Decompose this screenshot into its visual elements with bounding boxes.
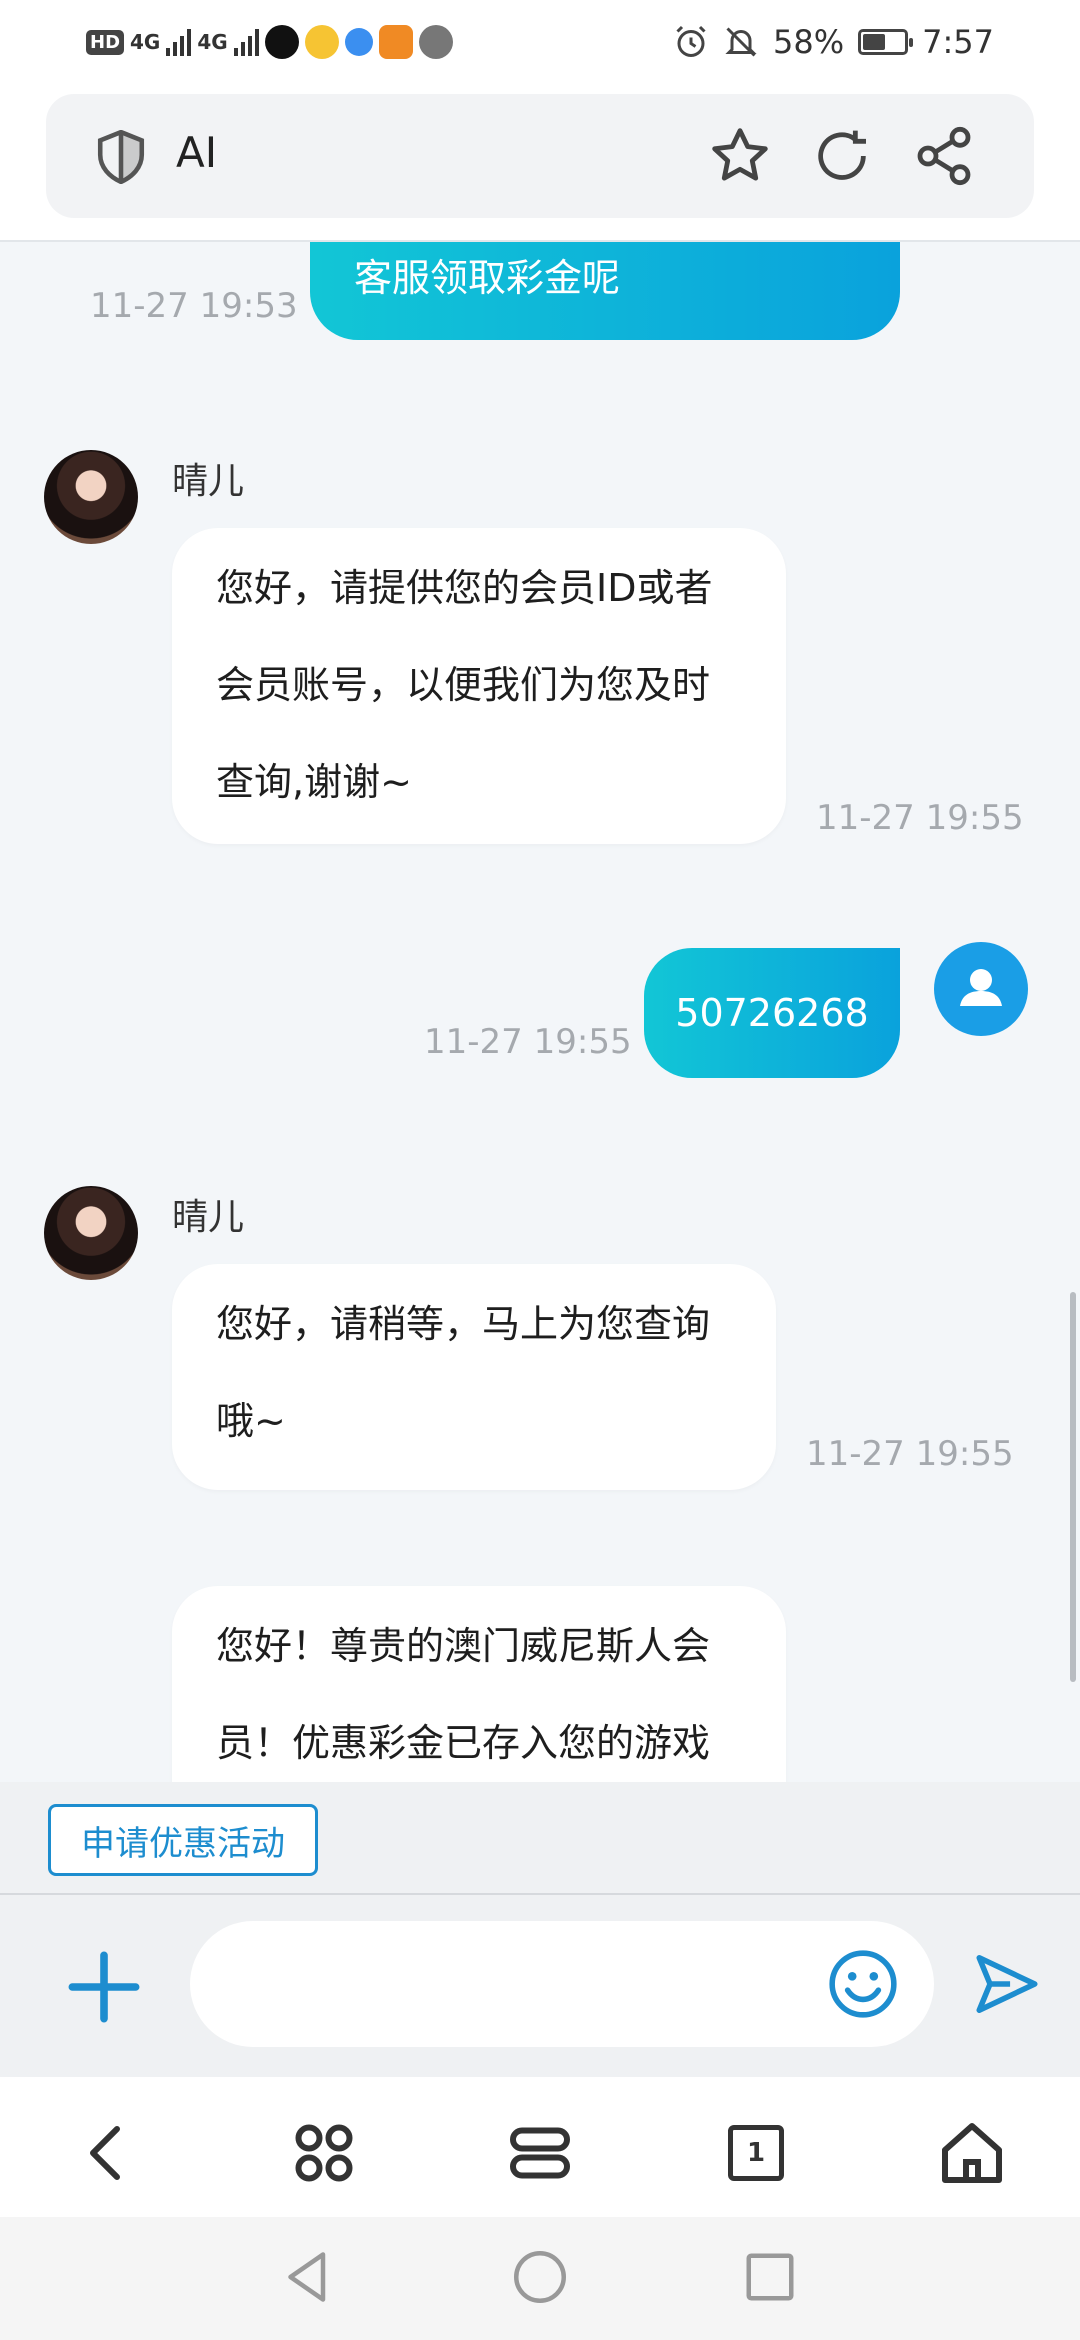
message-line: 哦~ — [216, 1399, 286, 1443]
menu-button[interactable] — [504, 2117, 576, 2189]
message-input[interactable] — [190, 1921, 934, 2047]
incoming-message-bubble[interactable]: 您好，请提供您的会员ID或者 会员账号，以便我们为您及时 查询,谢谢~ — [172, 528, 786, 844]
system-recents-icon[interactable] — [740, 2247, 800, 2307]
message-line: 查询,谢谢~ — [216, 760, 412, 804]
network-type-2: 4G — [197, 30, 228, 54]
weibo-icon — [304, 25, 339, 59]
silent-bell-icon — [725, 27, 757, 57]
signal-icon-1 — [166, 28, 192, 56]
browser-toolbar: AI — [0, 84, 1080, 242]
incoming-message-bubble[interactable]: 您好！尊贵的澳门威尼斯人会 员！优惠彩金已存入您的游戏 — [172, 1586, 786, 1782]
user-avatar[interactable] — [934, 942, 1028, 1036]
chat-area[interactable]: 11-27 19:53 客服领取彩金呢 晴儿 您好，请提供您的会员ID或者 会员… — [0, 242, 1080, 1782]
agent-avatar[interactable] — [44, 450, 138, 544]
message-line: 员！优惠彩金已存入您的游戏 — [216, 1721, 711, 1765]
system-navigation-bar — [0, 2217, 1080, 2340]
add-attachment-icon[interactable] — [66, 1949, 142, 2025]
back-button[interactable] — [72, 2117, 144, 2189]
user-silhouette-icon — [960, 969, 1002, 1006]
message-timestamp: 11-27 19:55 — [816, 798, 1024, 838]
tab-count: 1 — [728, 2125, 784, 2181]
shield-icon[interactable] — [96, 130, 146, 184]
outgoing-message-bubble[interactable]: 客服领取彩金呢 — [310, 242, 900, 340]
message-timestamp: 11-27 19:53 — [90, 286, 298, 326]
app-notification-icon — [264, 25, 299, 59]
wechat-icon — [418, 25, 453, 59]
battery-percent: 58% — [773, 23, 845, 61]
video-app-icon — [378, 25, 413, 59]
apply-promotion-button[interactable]: 申请优惠活动 — [48, 1804, 318, 1876]
send-icon[interactable] — [970, 1947, 1044, 2021]
message-timestamp: 11-27 19:55 — [806, 1434, 1014, 1474]
status-left: HD 4G 4G — [86, 18, 453, 66]
outgoing-message-bubble[interactable]: 50726268 — [644, 948, 900, 1078]
message-text: 客服领取彩金呢 — [354, 256, 621, 300]
refresh-icon[interactable] — [810, 124, 874, 188]
message-line: 会员账号，以便我们为您及时 — [216, 663, 711, 707]
message-timestamp: 11-27 19:55 — [424, 1022, 632, 1062]
clover-apps-icon — [295, 2124, 353, 2182]
url-text[interactable]: AI — [176, 128, 217, 177]
battery-icon — [858, 29, 914, 55]
sender-name: 晴儿 — [172, 1197, 245, 1238]
emoji-icon[interactable] — [826, 1947, 900, 2021]
message-line: 您好，请稍等，马上为您查询 — [216, 1302, 711, 1346]
agent-avatar[interactable] — [44, 1186, 138, 1280]
message-text: 50726268 — [675, 991, 869, 1035]
menu-icon — [510, 2127, 570, 2179]
alarm-icon — [676, 25, 706, 57]
share-icon[interactable] — [912, 124, 976, 188]
quick-action-bar: 申请优惠活动 — [0, 1782, 1080, 1895]
signal-icon-2 — [233, 28, 259, 56]
sender-name: 晴儿 — [172, 461, 245, 502]
browser-bottom-nav: 1 — [0, 2077, 1080, 2217]
message-line: 您好！尊贵的澳门威尼斯人会 — [216, 1624, 711, 1668]
bookmark-star-icon[interactable] — [708, 124, 772, 188]
clock: 7:57 — [922, 23, 994, 61]
home-button[interactable] — [936, 2117, 1008, 2189]
incoming-message-bubble[interactable]: 您好，请稍等，马上为您查询 哦~ — [172, 1264, 776, 1490]
system-back-icon[interactable] — [278, 2247, 338, 2307]
browser-notification-icon — [344, 28, 373, 56]
message-input-bar — [0, 1895, 1080, 2077]
hd-indicator: HD — [86, 29, 125, 55]
system-home-icon[interactable] — [510, 2247, 570, 2307]
chat-scrollbar[interactable] — [1070, 1292, 1076, 1682]
apps-button[interactable] — [288, 2117, 360, 2189]
status-right: 58% 7:57 — [673, 18, 994, 66]
message-line: 您好，请提供您的会员ID或者 — [216, 566, 713, 610]
home-icon — [942, 2123, 1002, 2183]
status-bar: HD 4G 4G 58% 7:57 — [0, 0, 1080, 84]
address-bar[interactable]: AI — [46, 94, 1034, 218]
network-type-1: 4G — [130, 30, 161, 54]
tabs-button[interactable]: 1 — [720, 2117, 792, 2189]
battery-fill — [863, 34, 885, 50]
chevron-left-icon — [90, 2126, 120, 2180]
